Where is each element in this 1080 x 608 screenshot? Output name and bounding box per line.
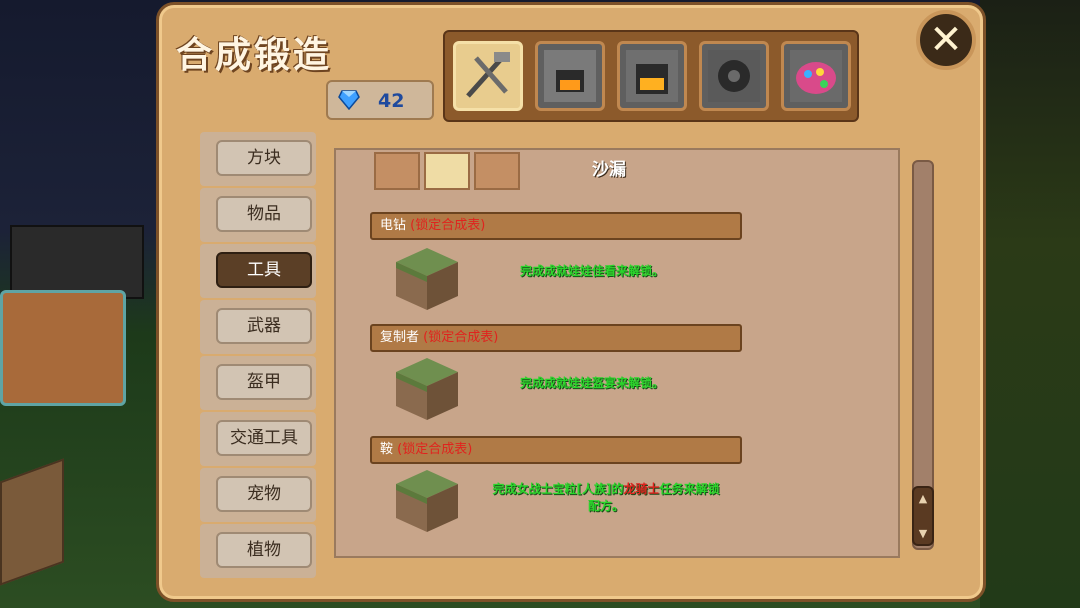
locked-label: (锁定合成表) — [397, 442, 473, 457]
tab-furnace[interactable] — [535, 41, 605, 111]
recipe-unlock-text: 完成女战士宝粒[人族]的龙骑士任务来解锁 配方。 — [476, 480, 736, 514]
recipe-name: 鞍 — [380, 442, 394, 457]
panel-title: 合成锻造 — [176, 35, 333, 76]
background-crate — [0, 458, 64, 586]
category-plants[interactable]: 植物 — [216, 532, 312, 568]
recipe-unlock-text: 完成成就娃娃盔宴来解锁。 — [520, 376, 665, 390]
desc-part: 完成女战士宝粒[人族]的 — [492, 482, 624, 496]
recipe-header-replicator[interactable]: 复制者 (锁定合成表) — [370, 324, 742, 352]
furnace-icon — [544, 50, 596, 102]
grass-block-icon — [396, 358, 458, 420]
tab-tools[interactable] — [453, 41, 523, 111]
craft-slot[interactable] — [424, 152, 470, 190]
tools-icon — [466, 52, 510, 98]
grass-block-icon — [396, 248, 458, 310]
forge-icon — [626, 50, 678, 102]
category-weapons[interactable]: 武器 — [216, 308, 312, 344]
recipe-header-saddle[interactable]: 鞍 (锁定合成表) — [370, 436, 742, 464]
desc-part: 任务来解锁 — [659, 482, 720, 496]
recipe-name: 电钻 — [380, 218, 407, 233]
recipe-unlock-text: 完成成就娃娃佳看来解锁。 — [520, 264, 665, 278]
craft-slot[interactable] — [474, 152, 520, 190]
scroll-down-icon: ▼ — [918, 527, 928, 540]
locked-label: (锁定合成表) — [423, 330, 499, 345]
crafting-tab-bar — [443, 30, 859, 122]
close-icon: ✕ — [929, 17, 963, 63]
grass-block-icon — [396, 470, 458, 532]
tab-forge[interactable] — [617, 41, 687, 111]
quest-name: 龙骑士 — [623, 482, 660, 496]
category-sidebar: 方块 物品 工具 武器 盔甲 交通工具 宠物 植物 — [198, 128, 316, 578]
category-armor[interactable]: 盔甲 — [216, 364, 312, 400]
category-tools[interactable]: 工具 — [216, 252, 312, 288]
craft-slot[interactable] — [374, 152, 420, 190]
locked-label: (锁定合成表) — [410, 218, 486, 233]
recipe-header-drill[interactable]: 电钻 (锁定合成表) — [370, 212, 742, 240]
close-button[interactable]: ✕ — [916, 10, 976, 70]
tab-paint[interactable] — [781, 41, 851, 111]
scrollbar-thumb[interactable]: ▲ ▼ — [912, 486, 934, 546]
background-wall — [10, 225, 144, 299]
diamond-icon — [338, 90, 360, 110]
gear-icon — [708, 50, 760, 102]
gem-counter: 42 — [326, 80, 434, 120]
tab-gear[interactable] — [699, 41, 769, 111]
gem-count: 42 — [378, 90, 405, 112]
desc-part: 配方。 — [587, 499, 624, 513]
recipe-title-hourglass: 沙漏 — [592, 160, 626, 180]
category-blocks[interactable]: 方块 — [216, 140, 312, 176]
background-chest — [0, 290, 126, 406]
category-vehicles[interactable]: 交通工具 — [216, 420, 312, 456]
scroll-up-icon: ▲ — [918, 492, 928, 505]
paint-palette-icon — [790, 50, 842, 102]
recipe-name: 复制者 — [380, 330, 420, 345]
category-pets[interactable]: 宠物 — [216, 476, 312, 512]
category-items[interactable]: 物品 — [216, 196, 312, 232]
background-scene-right — [980, 0, 1080, 608]
